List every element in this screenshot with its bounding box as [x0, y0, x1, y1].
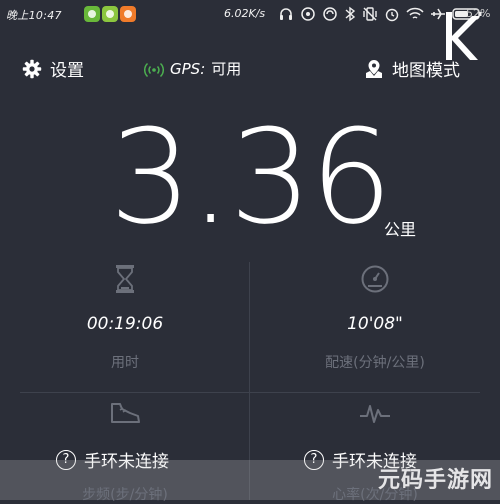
- speedometer-icon: [361, 265, 389, 293]
- network-speed: 6.02K/s: [224, 7, 266, 20]
- gps-status-text: 可用: [211, 60, 242, 78]
- top-toolbar: 设置 GPS: 可用 地图模式: [0, 50, 500, 86]
- map-mode-button[interactable]: 地图模式: [364, 56, 460, 81]
- app-notification-icon: [84, 6, 100, 22]
- pace-value: 10'08": [347, 314, 403, 334]
- shoe-icon: [111, 403, 140, 423]
- app-notification-icon: [102, 6, 118, 22]
- cadence-label: 步频(步/分钟): [82, 487, 168, 503]
- status-time: 晚上10:47: [6, 9, 62, 22]
- status-bar: 晚上10:47 6.02K/s 52%: [0, 0, 500, 30]
- alarm-icon: [385, 8, 399, 22]
- hotspot-icon: [323, 7, 337, 21]
- bluetooth-icon: [345, 6, 356, 22]
- map-pin-icon: [366, 59, 382, 78]
- wifi-icon: [406, 7, 424, 19]
- watermark: 元码手游网: [378, 468, 494, 493]
- pace-label: 配速(分钟/公里): [325, 355, 425, 371]
- duration-value: 00:19:06: [86, 314, 164, 334]
- distance-unit: 公里: [384, 220, 417, 239]
- heart-rate-icon-wrap: [250, 400, 500, 426]
- heartbeat-icon: [360, 405, 390, 423]
- settings-label: 设置: [50, 61, 84, 81]
- gps-signal-icon: [144, 62, 164, 77]
- gear-icon: [22, 59, 42, 78]
- cadence-icon-wrap: [0, 400, 250, 426]
- settings-button[interactable]: 设置: [22, 56, 84, 81]
- headphones-icon: [280, 8, 292, 20]
- gps-status: GPS: 可用: [144, 58, 241, 79]
- map-mode-label: 地图模式: [392, 61, 460, 81]
- vibrate-icon: [363, 7, 377, 21]
- duration-label: 用时: [111, 355, 139, 371]
- distance-value: 3.36: [109, 101, 392, 253]
- gps-label: GPS:: [170, 59, 206, 78]
- location-icon: [301, 7, 315, 21]
- grid-divider-horizontal: [20, 392, 480, 393]
- pace-icon-wrap: [250, 264, 500, 294]
- hourglass-icon: [116, 265, 134, 293]
- app-notification-icon: [120, 6, 136, 22]
- duration-icon-wrap: [0, 264, 250, 294]
